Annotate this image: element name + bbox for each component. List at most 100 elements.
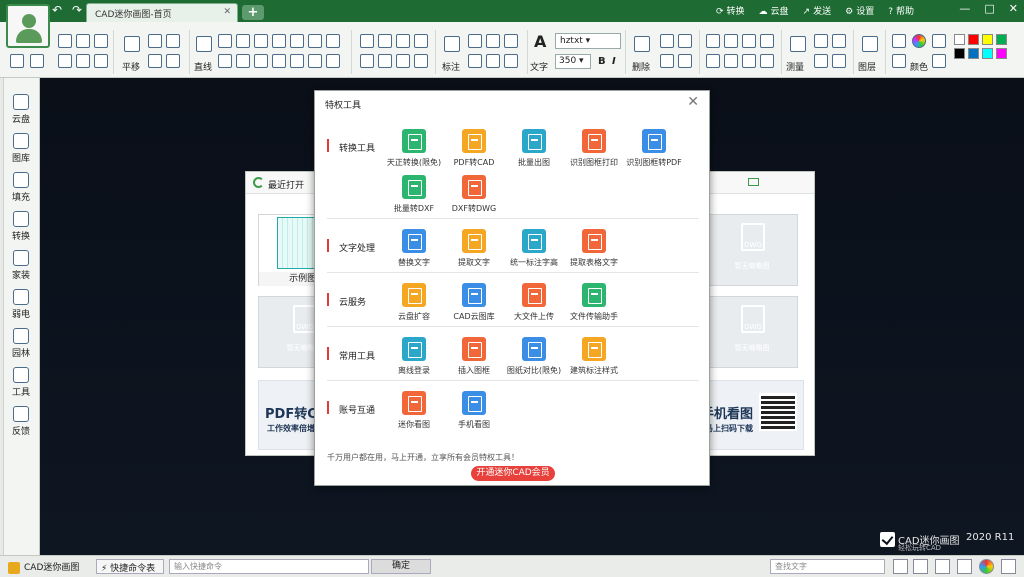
title-action-3[interactable]: ⚙ 设置 bbox=[845, 4, 874, 17]
chamfer-icon[interactable] bbox=[414, 34, 428, 48]
mirror-icon[interactable] bbox=[724, 54, 738, 68]
scale-icon[interactable] bbox=[724, 34, 738, 48]
color-swatch[interactable] bbox=[982, 48, 993, 59]
sidebar-item-6[interactable]: 园林 bbox=[6, 328, 36, 359]
export-image-icon[interactable] bbox=[94, 54, 108, 68]
sidebar-item-2[interactable]: 填充 bbox=[6, 172, 36, 203]
privilege-tool[interactable]: 离线登录 bbox=[385, 337, 443, 376]
title-action-1[interactable]: ☁ 云盘 bbox=[759, 4, 789, 17]
rectangle-icon[interactable] bbox=[308, 34, 322, 48]
user-avatar[interactable] bbox=[6, 4, 50, 48]
extend-icon[interactable] bbox=[360, 34, 374, 48]
privilege-tool[interactable]: 建筑标注样式 bbox=[565, 337, 623, 376]
attribute-icon[interactable] bbox=[832, 54, 846, 68]
hatch-pattern-icon[interactable] bbox=[892, 54, 906, 68]
leader-icon[interactable] bbox=[468, 54, 482, 68]
color-wheel-icon[interactable] bbox=[912, 34, 926, 48]
paste-icon[interactable] bbox=[660, 54, 674, 68]
parallelogram-icon[interactable] bbox=[254, 54, 268, 68]
privilege-tool[interactable]: 手机看图 bbox=[445, 391, 503, 430]
xline-icon[interactable] bbox=[326, 54, 340, 68]
crosshair-icon[interactable] bbox=[957, 559, 972, 574]
zoom-out-icon[interactable] bbox=[166, 34, 180, 48]
color-swatch[interactable] bbox=[968, 48, 979, 59]
color-swatch[interactable] bbox=[968, 34, 979, 45]
print-icon[interactable] bbox=[58, 54, 72, 68]
freehand-icon[interactable] bbox=[290, 54, 304, 68]
pan-icon[interactable] bbox=[124, 36, 140, 52]
privilege-tool[interactable]: 批量出图 bbox=[505, 129, 563, 168]
angular-dim-icon[interactable] bbox=[486, 34, 500, 48]
minimize-button[interactable]: — bbox=[959, 2, 970, 15]
cut-icon[interactable] bbox=[678, 34, 692, 48]
privilege-tool[interactable]: 批量转DXF bbox=[385, 175, 443, 214]
area-icon[interactable] bbox=[814, 34, 828, 48]
title-action-0[interactable]: ⟳ 转换 bbox=[716, 4, 745, 17]
radius-dim-icon[interactable] bbox=[486, 54, 500, 68]
close-window-button[interactable]: ✕ bbox=[1009, 2, 1018, 15]
color-swatch[interactable] bbox=[996, 48, 1007, 59]
privilege-tool[interactable]: 识别图框打印 bbox=[565, 129, 623, 168]
coordinate-dim-icon[interactable] bbox=[504, 54, 518, 68]
polyline-icon[interactable] bbox=[218, 34, 232, 48]
undo-icon[interactable]: ↶ bbox=[50, 3, 64, 17]
copy-object-icon[interactable] bbox=[742, 34, 756, 48]
grid-icon[interactable] bbox=[935, 559, 950, 574]
open-membership-button[interactable]: 开通迷你CAD会员 bbox=[471, 466, 555, 481]
zoom-in-icon[interactable] bbox=[148, 34, 162, 48]
font-select[interactable]: hztxt ▾ bbox=[555, 33, 621, 49]
color-swatch[interactable] bbox=[982, 34, 993, 45]
command-input[interactable]: 输入快捷命令 bbox=[169, 559, 369, 574]
privilege-tool[interactable]: 迷你看图 bbox=[385, 391, 443, 430]
color-icon[interactable] bbox=[979, 559, 994, 574]
aligned-dim-icon[interactable] bbox=[468, 34, 482, 48]
layer-prop-icon[interactable] bbox=[932, 54, 946, 68]
spline-icon[interactable] bbox=[272, 54, 286, 68]
privilege-tool[interactable]: 大文件上传 bbox=[505, 283, 563, 322]
insert-image-icon[interactable] bbox=[414, 54, 428, 68]
sidebar-item-1[interactable]: 图库 bbox=[6, 133, 36, 164]
arc-icon[interactable] bbox=[272, 34, 286, 48]
color-swatch[interactable] bbox=[954, 34, 965, 45]
explode-icon[interactable] bbox=[760, 54, 774, 68]
exit-icon[interactable] bbox=[10, 54, 24, 68]
match-props-icon[interactable] bbox=[678, 54, 692, 68]
double-line-icon[interactable] bbox=[254, 34, 268, 48]
lineweight-icon[interactable] bbox=[932, 34, 946, 48]
privilege-tool[interactable]: 统一标注字高 bbox=[505, 229, 563, 268]
color-swatch[interactable] bbox=[954, 48, 965, 59]
triangle-icon[interactable] bbox=[218, 54, 232, 68]
ray-icon[interactable] bbox=[308, 54, 322, 68]
line-icon[interactable] bbox=[196, 36, 212, 52]
dialog-close-button[interactable]: ✕ bbox=[687, 94, 699, 110]
title-action-2[interactable]: ↗ 发送 bbox=[803, 4, 832, 17]
privilege-tool[interactable]: 天正转换(限免) bbox=[385, 129, 443, 168]
stretch-icon[interactable] bbox=[742, 54, 756, 68]
text-tool-icon[interactable]: A bbox=[534, 32, 546, 51]
color-swatch[interactable] bbox=[996, 34, 1007, 45]
measure-icon[interactable] bbox=[790, 36, 806, 52]
polygon-icon[interactable] bbox=[236, 54, 250, 68]
layer-status-icon[interactable] bbox=[1001, 559, 1016, 574]
sidebar-item-4[interactable]: 家装 bbox=[6, 250, 36, 281]
privilege-tool[interactable]: 提取表格文字 bbox=[565, 229, 623, 268]
continuous-dim-icon[interactable] bbox=[504, 34, 518, 48]
offset-icon[interactable] bbox=[378, 54, 392, 68]
privilege-tool[interactable]: PDF转CAD bbox=[445, 129, 503, 168]
snap-icon[interactable] bbox=[893, 559, 908, 574]
cloud-line-icon[interactable] bbox=[326, 34, 340, 48]
privilege-tool[interactable]: 图纸对比(限免) bbox=[505, 337, 563, 376]
block-icon[interactable] bbox=[814, 54, 828, 68]
export-pdf-icon[interactable] bbox=[76, 54, 90, 68]
privilege-tool[interactable]: DXF转DWG bbox=[445, 175, 503, 214]
redo-icon[interactable]: ↷ bbox=[70, 3, 84, 17]
dimension-icon[interactable] bbox=[444, 36, 460, 52]
privilege-tool[interactable]: 识别图框转PDF bbox=[625, 129, 683, 168]
move-icon[interactable] bbox=[706, 34, 720, 48]
shortcut-table-button[interactable]: ⚡ 快捷命令表 bbox=[96, 559, 164, 574]
ortho-icon[interactable] bbox=[913, 559, 928, 574]
bold-button[interactable]: B bbox=[598, 56, 606, 67]
zoom-window-icon[interactable] bbox=[148, 54, 162, 68]
privilege-tool[interactable]: CAD云图库 bbox=[445, 283, 503, 322]
add-tab-button[interactable]: + bbox=[242, 5, 264, 20]
